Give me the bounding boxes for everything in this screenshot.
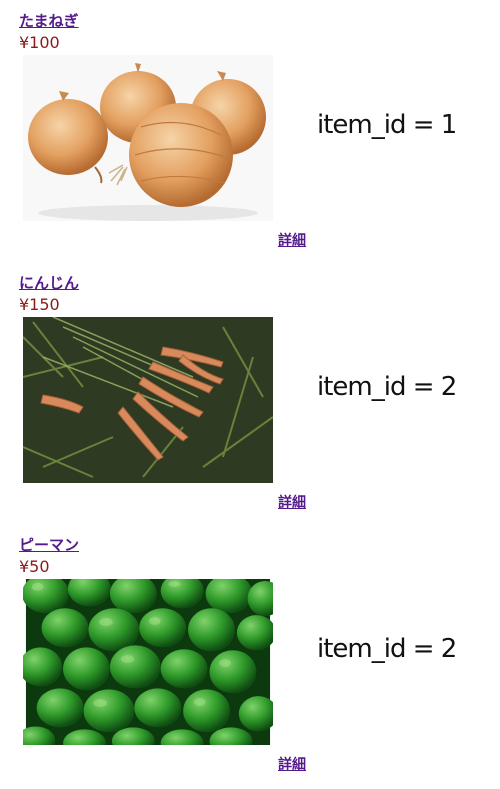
detail-link[interactable]: 詳細 <box>278 230 306 250</box>
product-card: ピーマン ¥50 item_id = 2 詳細 <box>0 524 500 786</box>
item-id-label: item_id = 2 <box>317 372 457 402</box>
product-image-onion <box>23 55 273 221</box>
product-price: ¥150 <box>19 295 60 314</box>
item-id-label: item_id = 2 <box>317 634 457 664</box>
product-list: たまねぎ ¥100 item_id = 1 詳細 にんじん ¥150 item_… <box>0 0 500 789</box>
detail-link[interactable]: 詳細 <box>278 754 306 774</box>
product-card: にんじん ¥150 item_id = 2 詳細 <box>0 262 500 524</box>
product-image-carrot <box>23 317 273 483</box>
detail-link[interactable]: 詳細 <box>278 492 306 512</box>
product-card: たまねぎ ¥100 item_id = 1 詳細 <box>0 0 500 262</box>
product-name-link[interactable]: たまねぎ <box>19 10 79 31</box>
product-name-link[interactable]: にんじん <box>19 272 79 293</box>
product-price: ¥50 <box>19 557 50 576</box>
product-name-link[interactable]: ピーマン <box>19 534 79 555</box>
item-id-label: item_id = 1 <box>317 110 457 140</box>
product-image-green-pepper <box>23 579 273 745</box>
product-price: ¥100 <box>19 33 60 52</box>
